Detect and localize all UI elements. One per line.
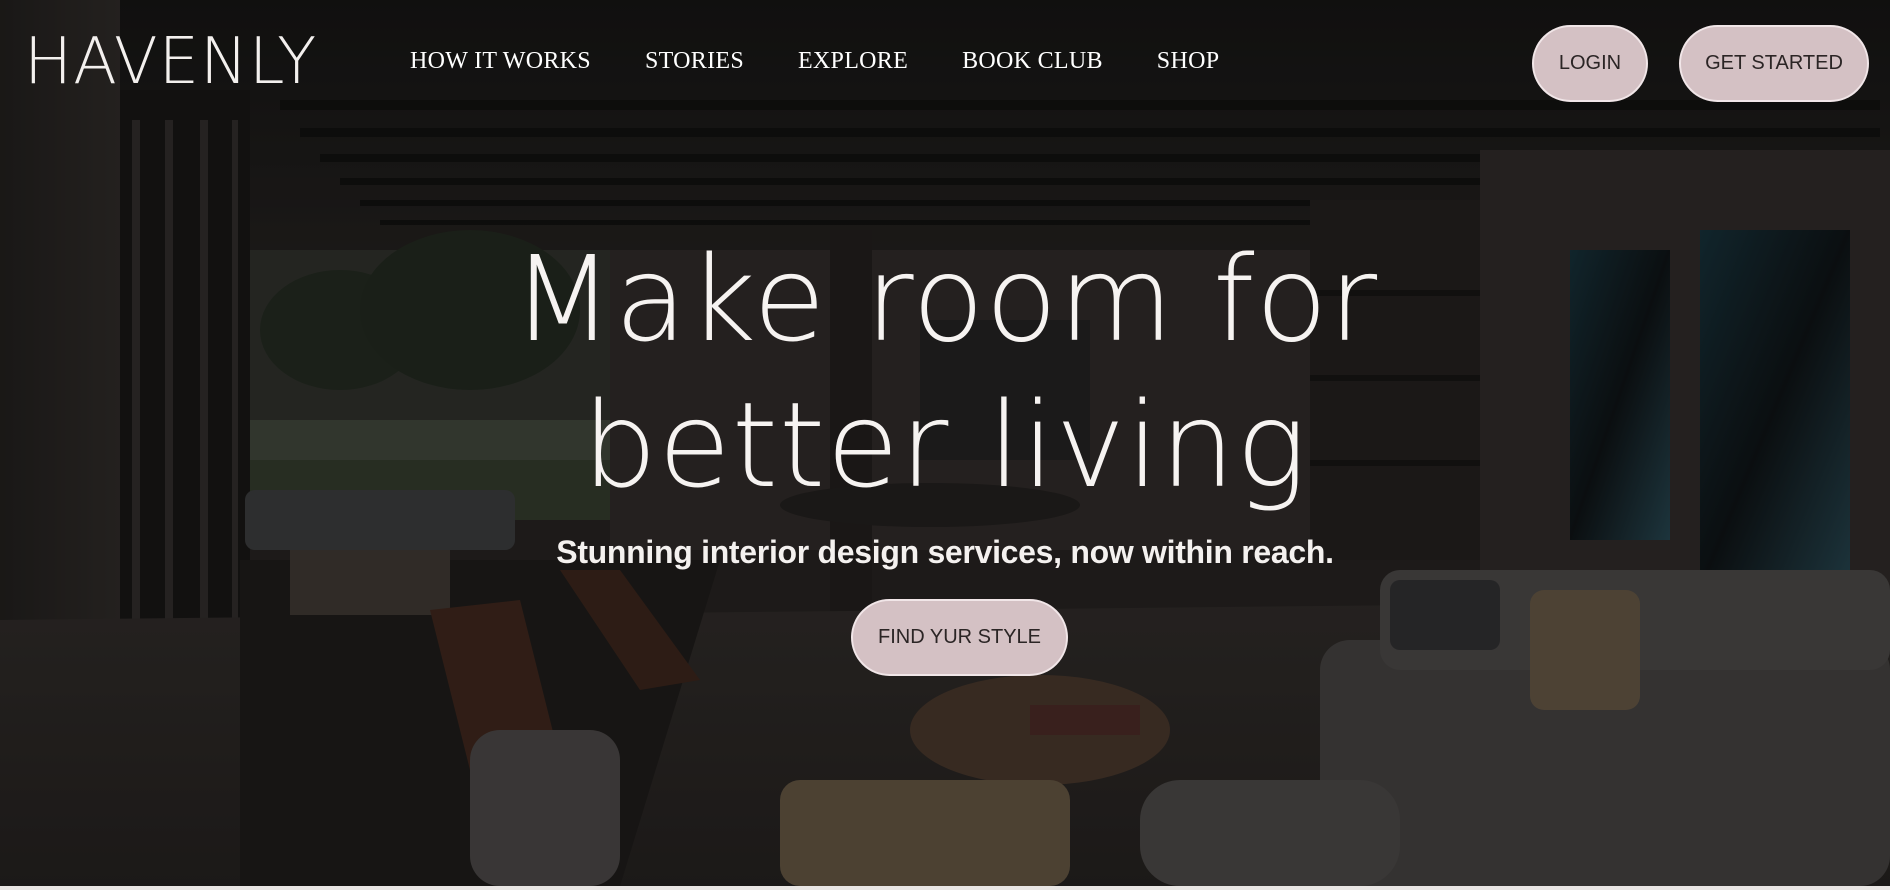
hero-headline-line-2: better living	[582, 376, 1308, 514]
nav-shop[interactable]: SHOP	[1157, 48, 1220, 75]
nav-book-club[interactable]: BOOK CLUB	[962, 48, 1103, 75]
hero-headline-line-1: Make room for	[511, 230, 1379, 368]
get-started-button[interactable]: GET STARTED	[1679, 25, 1869, 102]
hero-section: HAVENLY HOW IT WORKS STORIES EXPLORE BOO…	[0, 0, 1890, 886]
havenly-logo[interactable]: HAVENLY	[24, 28, 317, 96]
nav-explore[interactable]: EXPLORE	[798, 48, 908, 75]
main-nav: HOW IT WORKS STORIES EXPLORE BOOK CLUB S…	[410, 48, 1219, 75]
hero-subheadline: Stunning interior design services, now w…	[556, 534, 1334, 570]
page-bottom-edge	[0, 886, 1890, 890]
nav-stories[interactable]: STORIES	[645, 48, 744, 75]
nav-how-it-works[interactable]: HOW IT WORKS	[410, 48, 591, 75]
hero-headline: Make room for better living	[0, 226, 1890, 518]
login-button[interactable]: LOGIN	[1532, 25, 1648, 102]
find-your-style-button[interactable]: FIND YUR STYLE	[851, 599, 1068, 676]
